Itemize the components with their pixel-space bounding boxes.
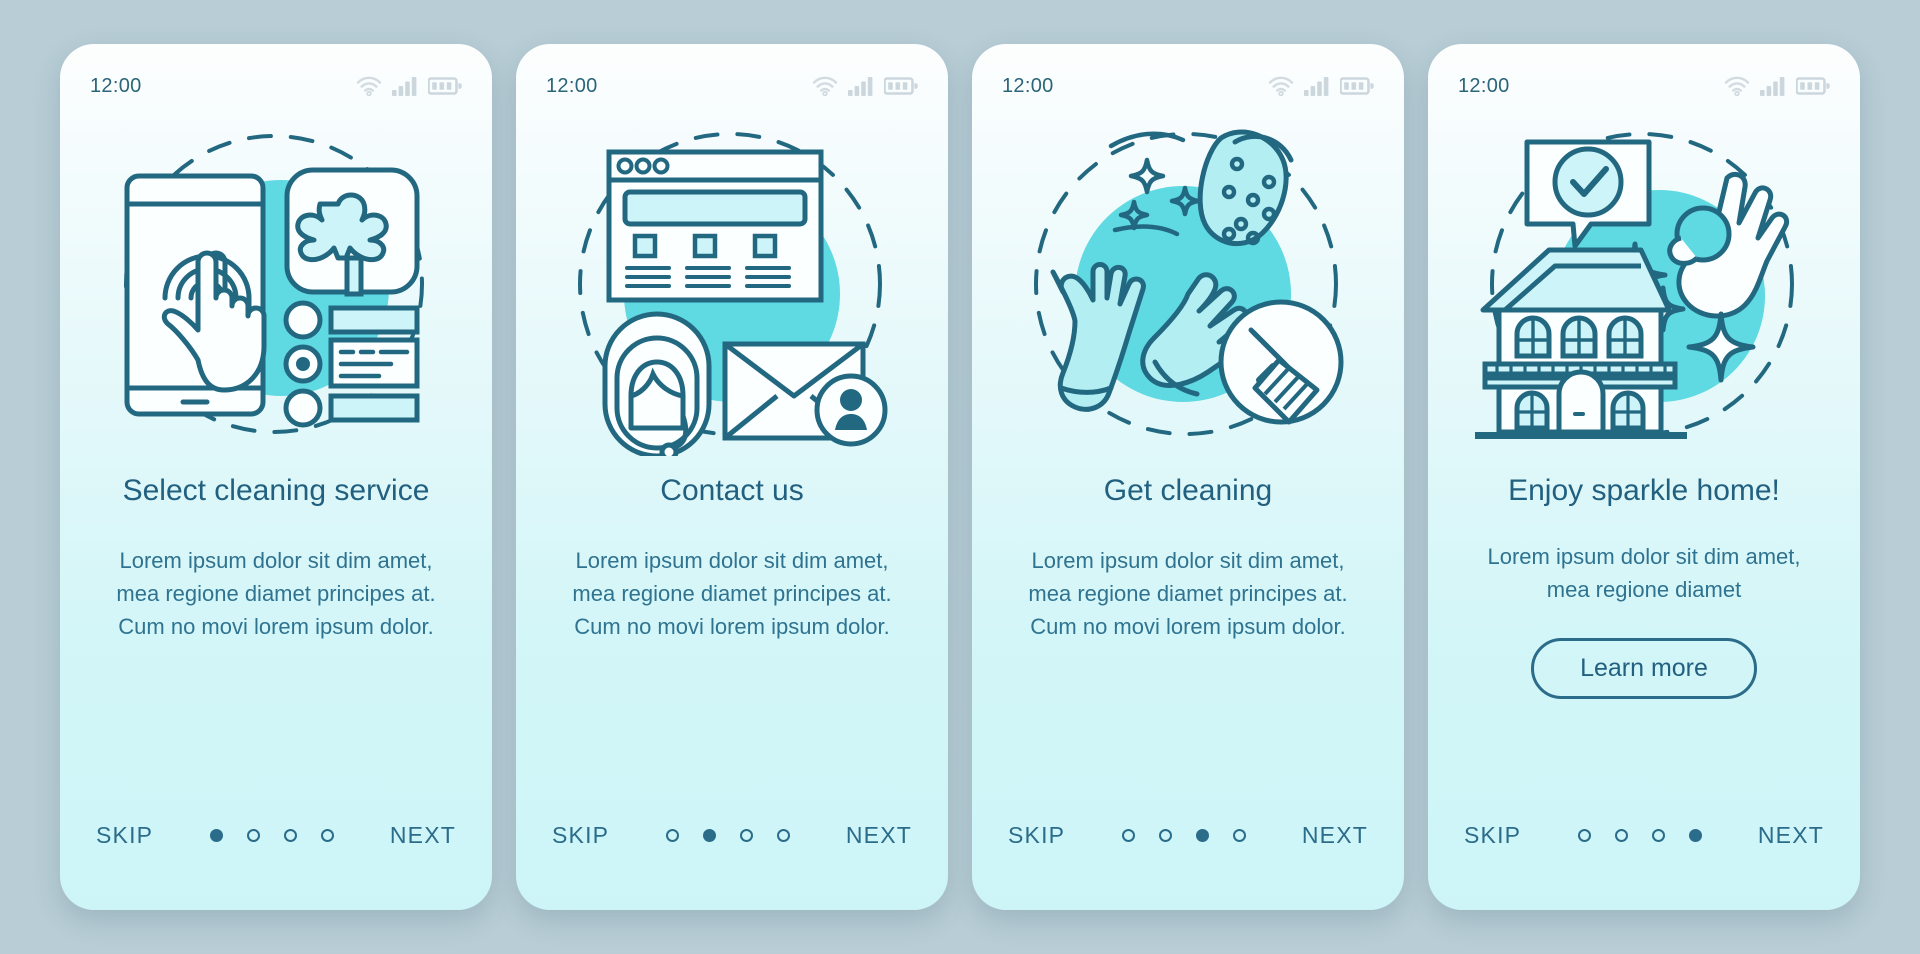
pagination-dot-3[interactable] <box>739 828 753 842</box>
pagination-dot-4[interactable] <box>1232 828 1246 842</box>
pagination-dot-1[interactable] <box>665 828 679 842</box>
pagination-dot-4[interactable] <box>320 828 334 842</box>
next-button[interactable]: NEXT <box>1302 822 1368 849</box>
pagination-dot-2[interactable] <box>1614 828 1628 842</box>
battery-icon <box>884 76 918 96</box>
signal-bars-icon <box>1304 76 1330 96</box>
pagination-dot-4[interactable] <box>1688 828 1702 842</box>
onboarding-screens-container: 12:00 Select cleaning service Lorem ipsu… <box>0 0 1920 954</box>
page-title: Get cleaning <box>1103 474 1273 507</box>
pagination-dots <box>665 828 790 842</box>
pagination-dots <box>1577 828 1702 842</box>
page-title: Select cleaning service <box>122 474 430 507</box>
pagination-dots <box>209 828 334 842</box>
pagination-dot-3[interactable] <box>1195 828 1209 842</box>
status-bar-clock: 12:00 <box>546 74 598 97</box>
wifi-icon <box>812 76 838 96</box>
house-checkmark-ok-hand-illustration <box>1428 106 1860 466</box>
page-title: Contact us <box>660 474 804 507</box>
pagination-dot-4[interactable] <box>776 828 790 842</box>
page-title: Enjoy sparkle home! <box>1508 474 1780 507</box>
status-bar: 12:00 <box>60 44 492 106</box>
status-bar-icons <box>1724 76 1830 96</box>
card-bottom-nav: SKIP NEXT <box>972 790 1404 910</box>
onboarding-card-enjoy-sparkle-home: 12:00 Enjoy sparkle home! Lorem ipsum do… <box>1428 44 1860 910</box>
card-text-block: Get cleaning Lorem ipsum dolor sit dim a… <box>972 466 1404 790</box>
card-text-block: Select cleaning service Lorem ipsum dolo… <box>60 466 492 790</box>
learn-more-button[interactable]: Learn more <box>1531 638 1757 699</box>
onboarding-card-select-cleaning-service: 12:00 Select cleaning service Lorem ipsu… <box>60 44 492 910</box>
wifi-icon <box>1724 76 1750 96</box>
card-bottom-nav: SKIP NEXT <box>60 790 492 910</box>
pagination-dot-2[interactable] <box>1158 828 1172 842</box>
page-body: Lorem ipsum dolor sit dim amet, mea regi… <box>116 548 436 639</box>
card-text-block: Contact us Lorem ipsum dolor sit dim ame… <box>516 466 948 790</box>
pagination-dot-1[interactable] <box>1577 828 1591 842</box>
wifi-icon <box>356 76 382 96</box>
status-bar-icons <box>356 76 462 96</box>
skip-button[interactable]: SKIP <box>552 822 609 849</box>
card-bottom-nav: SKIP NEXT <box>516 790 948 910</box>
status-bar-clock: 12:00 <box>90 74 142 97</box>
status-bar-icons <box>1268 76 1374 96</box>
pagination-dot-1[interactable] <box>209 828 223 842</box>
battery-icon <box>428 76 462 96</box>
status-bar-icons <box>812 76 918 96</box>
pagination-dot-3[interactable] <box>283 828 297 842</box>
status-bar: 12:00 <box>516 44 948 106</box>
signal-bars-icon <box>1760 76 1786 96</box>
pagination-dot-2[interactable] <box>702 828 716 842</box>
wifi-icon <box>1268 76 1294 96</box>
browser-support-agent-envelope-illustration <box>516 106 948 466</box>
pagination-dot-2[interactable] <box>246 828 260 842</box>
skip-button[interactable]: SKIP <box>1008 822 1065 849</box>
status-bar-clock: 12:00 <box>1002 74 1054 97</box>
next-button[interactable]: NEXT <box>846 822 912 849</box>
status-bar: 12:00 <box>1428 44 1860 106</box>
gloves-sponge-broom-illustration <box>972 106 1404 466</box>
battery-icon <box>1340 76 1374 96</box>
onboarding-card-contact-us: 12:00 Contact us Lorem ipsum dolor sit d… <box>516 44 948 910</box>
pagination-dot-3[interactable] <box>1651 828 1665 842</box>
page-body: Lorem ipsum dolor sit dim amet, mea regi… <box>1487 544 1801 602</box>
pagination-dot-1[interactable] <box>1121 828 1135 842</box>
page-body: Lorem ipsum dolor sit dim amet, mea regi… <box>1028 548 1348 639</box>
signal-bars-icon <box>848 76 874 96</box>
next-button[interactable]: NEXT <box>390 822 456 849</box>
onboarding-card-get-cleaning: 12:00 Get cleaning Lorem ipsum dolor sit… <box>972 44 1404 910</box>
battery-icon <box>1796 76 1830 96</box>
page-body: Lorem ipsum dolor sit dim amet, mea regi… <box>572 548 892 639</box>
status-bar: 12:00 <box>972 44 1404 106</box>
phone-tap-duster-options-illustration <box>60 106 492 466</box>
pagination-dots <box>1121 828 1246 842</box>
next-button[interactable]: NEXT <box>1758 822 1824 849</box>
card-text-block: Enjoy sparkle home! Lorem ipsum dolor si… <box>1428 466 1860 790</box>
status-bar-clock: 12:00 <box>1458 74 1510 97</box>
signal-bars-icon <box>392 76 418 96</box>
card-bottom-nav: SKIP NEXT <box>1428 790 1860 910</box>
skip-button[interactable]: SKIP <box>96 822 153 849</box>
skip-button[interactable]: SKIP <box>1464 822 1521 849</box>
